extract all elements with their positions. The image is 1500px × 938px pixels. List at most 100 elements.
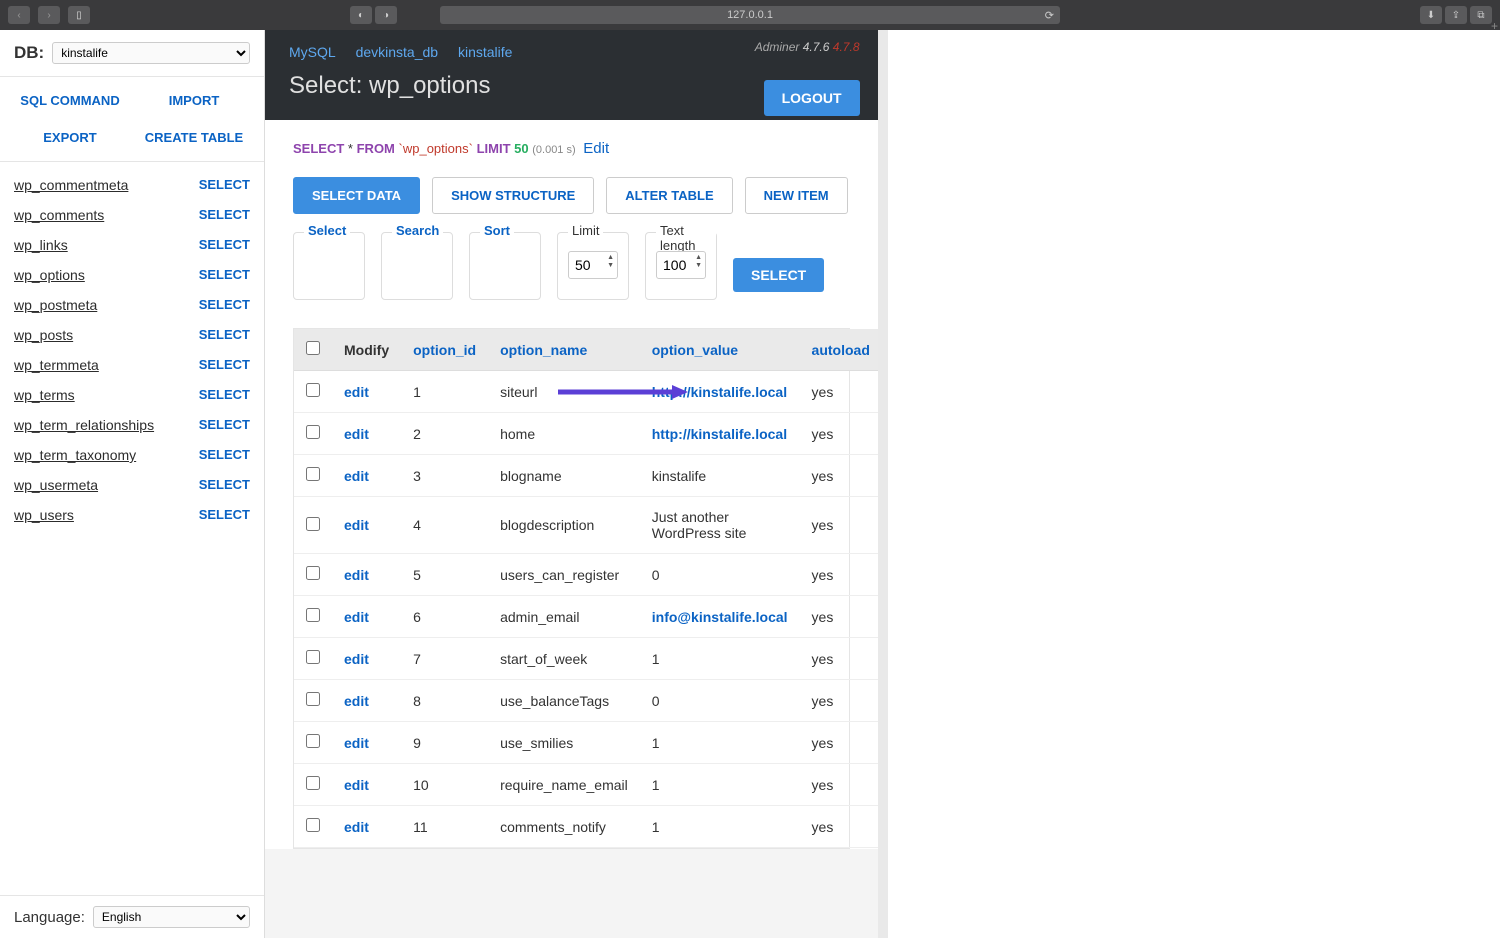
edit-link[interactable]: edit <box>344 609 369 625</box>
table-select-link[interactable]: SELECT <box>199 357 250 373</box>
table-select-link[interactable]: SELECT <box>199 477 250 493</box>
row-checkbox[interactable] <box>306 776 320 790</box>
cell-autoload: yes <box>800 596 878 638</box>
language-label: Language: <box>14 909 85 926</box>
table-select-link[interactable]: SELECT <box>199 267 250 283</box>
cell-option-value: 0 <box>640 554 800 596</box>
row-checkbox[interactable] <box>306 734 320 748</box>
tabs-icon[interactable]: ⧉ <box>1470 6 1492 24</box>
url-bar[interactable]: 127.0.0.1 ⟳ <box>440 6 1060 24</box>
cell-option-id: 7 <box>401 638 488 680</box>
row-checkbox[interactable] <box>306 650 320 664</box>
breadcrumb-db[interactable]: kinstalife <box>458 44 512 60</box>
col-autoload[interactable]: autoload <box>812 342 870 358</box>
table-link[interactable]: wp_posts <box>14 327 73 343</box>
create-table-link[interactable]: CREATE TABLE <box>138 130 250 145</box>
forward-button[interactable]: › <box>38 6 60 24</box>
row-checkbox[interactable] <box>306 692 320 706</box>
cell-autoload: yes <box>800 680 878 722</box>
edit-link[interactable]: edit <box>344 651 369 667</box>
edit-link[interactable]: edit <box>344 426 369 442</box>
language-select[interactable]: English <box>93 906 250 928</box>
table-select-link[interactable]: SELECT <box>199 297 250 313</box>
table-select-link[interactable]: SELECT <box>199 387 250 403</box>
table-select-link[interactable]: SELECT <box>199 327 250 343</box>
edit-link[interactable]: edit <box>344 567 369 583</box>
edit-link[interactable]: edit <box>344 777 369 793</box>
edit-link[interactable]: edit <box>344 693 369 709</box>
download-icon[interactable]: ⬇ <box>1420 6 1442 24</box>
shield-icon[interactable]: ◐ <box>350 6 372 24</box>
stepper-icon[interactable]: ▲▼ <box>695 254 702 270</box>
table-link[interactable]: wp_users <box>14 507 74 523</box>
edit-link[interactable]: edit <box>344 468 369 484</box>
table-link[interactable]: wp_options <box>14 267 85 283</box>
table-link[interactable]: wp_postmeta <box>14 297 97 313</box>
back-button[interactable]: ‹ <box>8 6 30 24</box>
edit-link[interactable]: edit <box>344 517 369 533</box>
table-list: wp_commentmetaSELECTwp_commentsSELECTwp_… <box>0 162 264 895</box>
sidebar-table-item: wp_terms SELECT <box>0 380 264 410</box>
select-submit-button[interactable]: SELECT <box>733 258 824 292</box>
logout-button[interactable]: LOGOUT <box>764 80 860 116</box>
table-select-link[interactable]: SELECT <box>199 507 250 523</box>
refresh-icon[interactable]: ⟳ <box>1045 9 1054 22</box>
sidebar-toggle-icon[interactable]: ▯ <box>68 6 90 24</box>
cell-autoload: yes <box>800 806 878 848</box>
row-checkbox[interactable] <box>306 566 320 580</box>
sidebar-table-item: wp_term_taxonomy SELECT <box>0 440 264 470</box>
new-tab-icon[interactable]: + <box>1491 19 1498 33</box>
col-option-name[interactable]: option_name <box>500 342 587 358</box>
cell-autoload: yes <box>800 722 878 764</box>
col-option-id[interactable]: option_id <box>413 342 476 358</box>
row-checkbox[interactable] <box>306 517 320 531</box>
edit-link[interactable]: edit <box>344 819 369 835</box>
table-link[interactable]: wp_commentmeta <box>14 177 128 193</box>
cell-option-value: 1 <box>640 638 800 680</box>
tab-alter-table[interactable]: ALTER TABLE <box>606 177 732 214</box>
edit-query-link[interactable]: Edit <box>583 140 609 157</box>
tab-select-data[interactable]: SELECT DATA <box>293 177 420 214</box>
table-link[interactable]: wp_term_relationships <box>14 417 154 433</box>
edit-link[interactable]: edit <box>344 735 369 751</box>
tab-new-item[interactable]: NEW ITEM <box>745 177 848 214</box>
sql-command-link[interactable]: SQL COMMAND <box>14 93 126 108</box>
sidebar: DB: kinstalife SQL COMMAND IMPORT EXPORT… <box>0 30 265 938</box>
export-link[interactable]: EXPORT <box>14 130 126 145</box>
value-link[interactable]: info@kinstalife.local <box>652 609 788 625</box>
db-select[interactable]: kinstalife <box>52 42 250 64</box>
table-select-link[interactable]: SELECT <box>199 417 250 433</box>
reader-icon[interactable]: ◑ <box>375 6 397 24</box>
table-select-link[interactable]: SELECT <box>199 207 250 223</box>
filter-search-box[interactable]: Search <box>381 232 453 300</box>
breadcrumb-mysql[interactable]: MySQL <box>289 44 336 60</box>
table-link[interactable]: wp_terms <box>14 387 75 403</box>
share-icon[interactable]: ⇪ <box>1445 6 1467 24</box>
table-link[interactable]: wp_links <box>14 237 68 253</box>
table-link[interactable]: wp_termmeta <box>14 357 99 373</box>
row-checkbox[interactable] <box>306 818 320 832</box>
table-select-link[interactable]: SELECT <box>199 447 250 463</box>
filter-select-box[interactable]: Select <box>293 232 365 300</box>
breadcrumb-server[interactable]: devkinsta_db <box>356 44 439 60</box>
stepper-icon[interactable]: ▲▼ <box>607 254 614 270</box>
table-link[interactable]: wp_comments <box>14 207 104 223</box>
table-select-link[interactable]: SELECT <box>199 237 250 253</box>
col-option-value[interactable]: option_value <box>652 342 738 358</box>
import-link[interactable]: IMPORT <box>138 93 250 108</box>
row-checkbox[interactable] <box>306 425 320 439</box>
select-all-checkbox[interactable] <box>306 341 320 355</box>
table-select-link[interactable]: SELECT <box>199 177 250 193</box>
cell-autoload: yes <box>800 764 878 806</box>
tab-show-structure[interactable]: SHOW STRUCTURE <box>432 177 594 214</box>
cell-option-id: 3 <box>401 455 488 497</box>
value-link[interactable]: http://kinstalife.local <box>652 426 787 442</box>
row-checkbox[interactable] <box>306 467 320 481</box>
row-checkbox[interactable] <box>306 383 320 397</box>
edit-link[interactable]: edit <box>344 384 369 400</box>
table-link[interactable]: wp_term_taxonomy <box>14 447 136 463</box>
filter-sort-box[interactable]: Sort <box>469 232 541 300</box>
cell-option-id: 4 <box>401 497 488 554</box>
table-link[interactable]: wp_usermeta <box>14 477 98 493</box>
row-checkbox[interactable] <box>306 608 320 622</box>
